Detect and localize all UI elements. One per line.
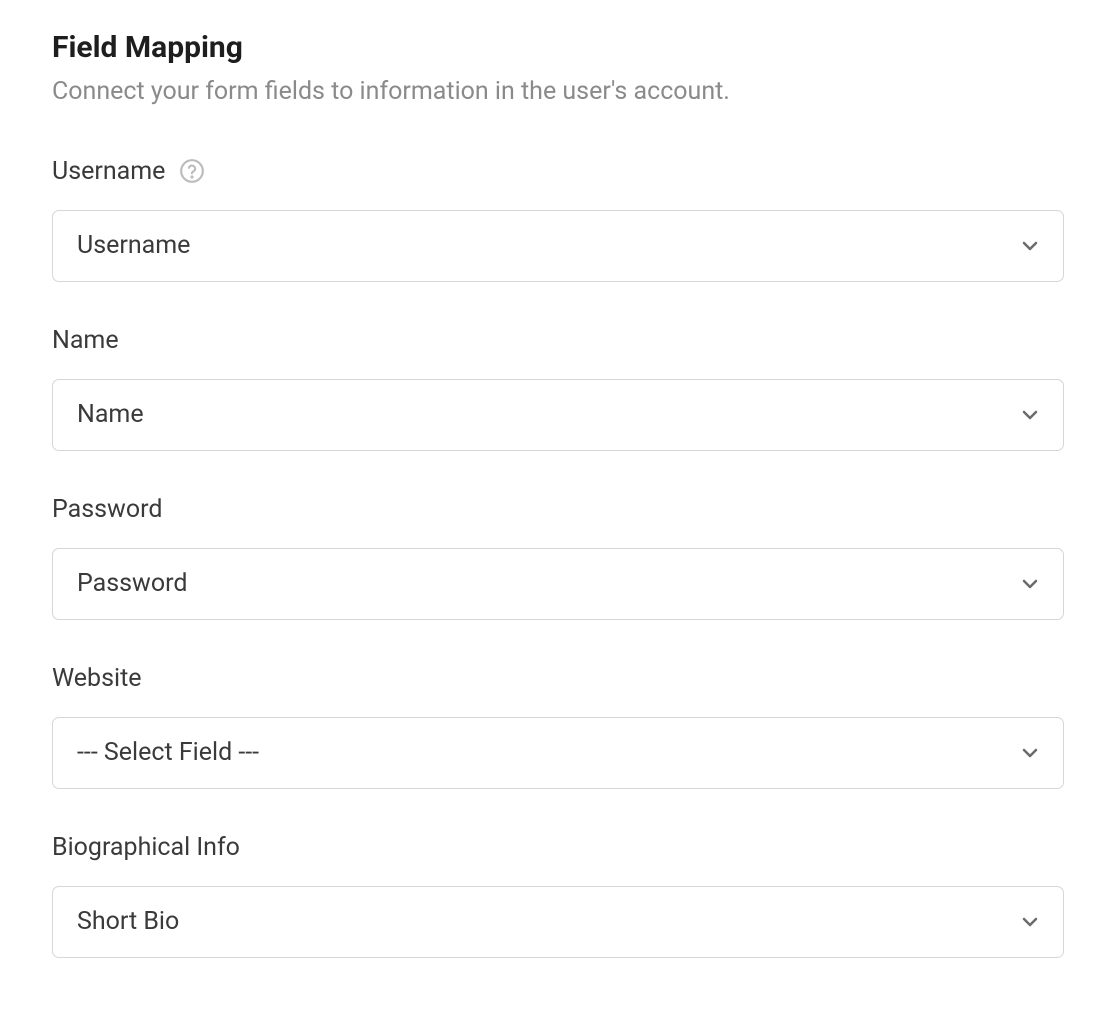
field-label-website: Website [52, 664, 142, 693]
username-select[interactable]: Username [52, 210, 1064, 282]
select-value: Name [77, 400, 144, 429]
select-value: Username [77, 231, 190, 260]
field-label-row: Username [52, 157, 1064, 186]
select-wrapper: Name [52, 379, 1064, 451]
select-wrapper: Username [52, 210, 1064, 282]
field-label-name: Name [52, 326, 119, 355]
field-group-username: Username Username [52, 157, 1064, 282]
password-select[interactable]: Password [52, 548, 1064, 620]
field-label-username: Username [52, 157, 165, 186]
website-select[interactable]: --- Select Field --- [52, 717, 1064, 789]
field-label-password: Password [52, 495, 162, 524]
field-label-bio: Biographical Info [52, 833, 240, 862]
select-wrapper: Short Bio [52, 886, 1064, 958]
section-description: Connect your form fields to information … [52, 75, 1064, 109]
section-title: Field Mapping [52, 30, 1064, 65]
field-label-row: Website [52, 664, 1064, 693]
field-group-name: Name Name [52, 326, 1064, 451]
name-select[interactable]: Name [52, 379, 1064, 451]
select-wrapper: --- Select Field --- [52, 717, 1064, 789]
field-group-website: Website --- Select Field --- [52, 664, 1064, 789]
help-icon[interactable] [179, 158, 205, 184]
select-value: Short Bio [77, 907, 179, 936]
field-group-password: Password Password [52, 495, 1064, 620]
select-value: Password [77, 569, 187, 598]
select-wrapper: Password [52, 548, 1064, 620]
field-label-row: Name [52, 326, 1064, 355]
bio-select[interactable]: Short Bio [52, 886, 1064, 958]
field-label-row: Password [52, 495, 1064, 524]
select-value: --- Select Field --- [77, 738, 259, 767]
field-group-bio: Biographical Info Short Bio [52, 833, 1064, 958]
field-label-row: Biographical Info [52, 833, 1064, 862]
